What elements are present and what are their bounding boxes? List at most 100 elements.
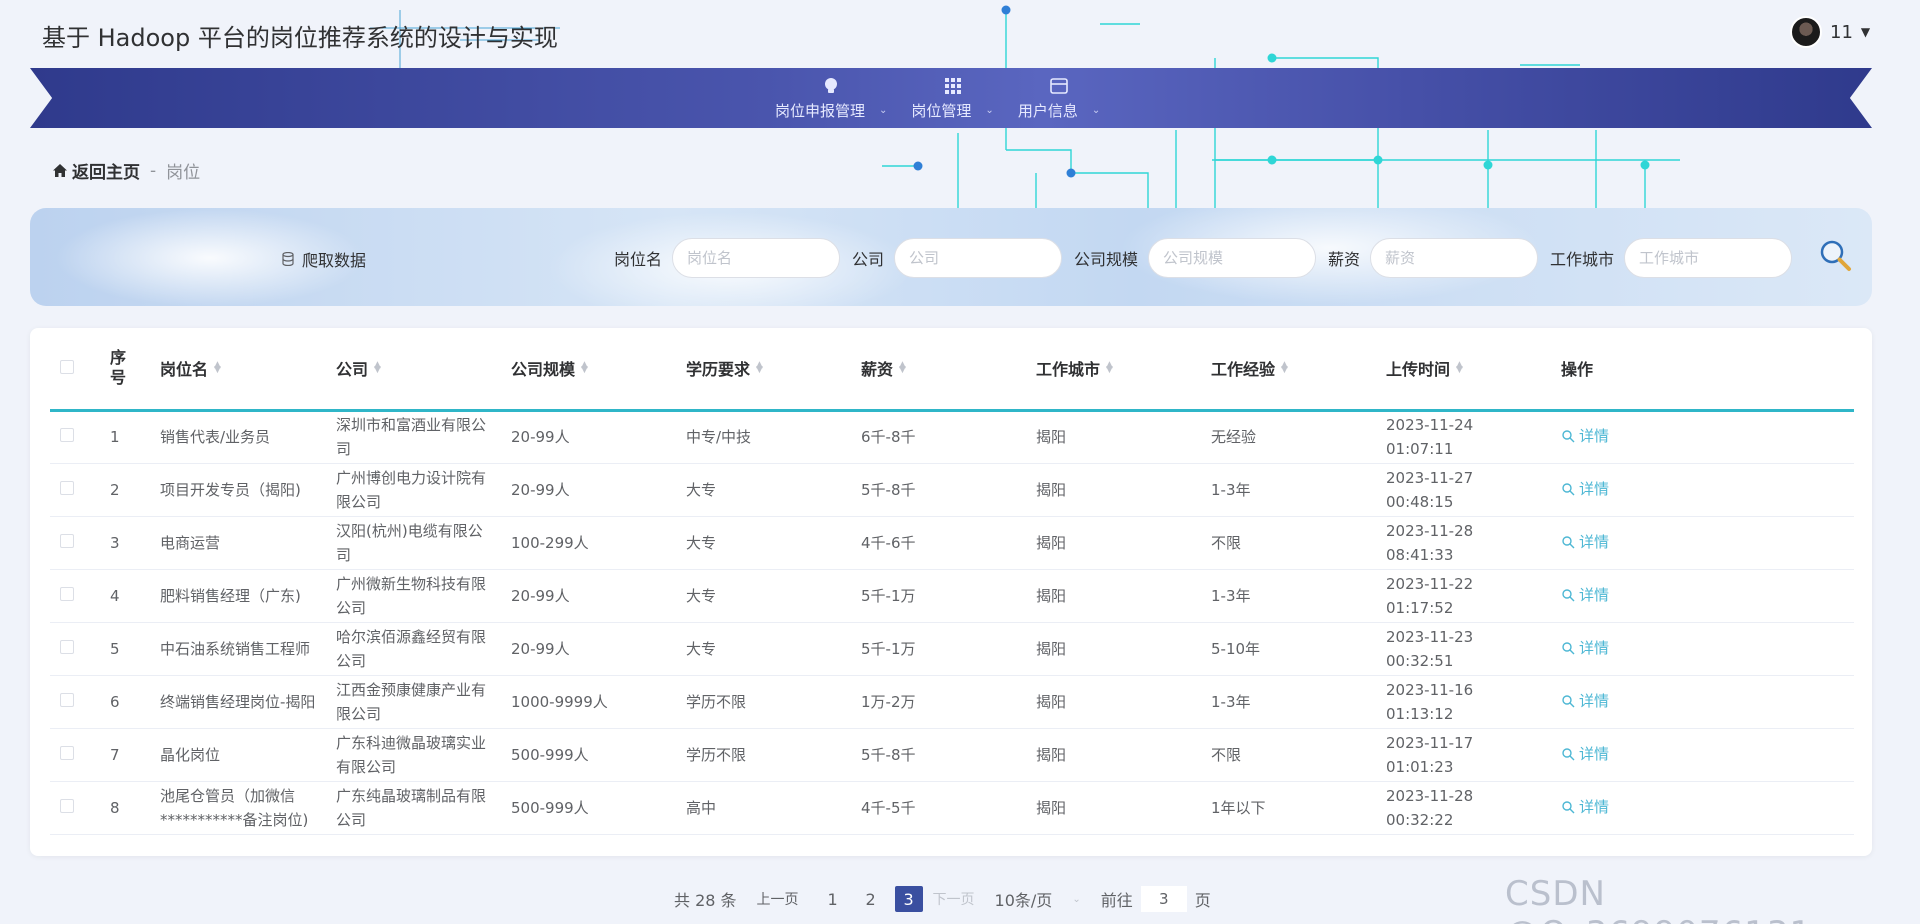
row-select[interactable] [50,410,100,464]
chevron-down-icon: ⌄ [1091,105,1101,116]
select-all-checkbox[interactable] [60,359,74,374]
row-select[interactable] [50,622,100,676]
salary-cell: 1万-2万 [851,675,1026,729]
salary-input[interactable] [1370,238,1539,278]
prev-page-button[interactable]: 上一页 [757,889,799,909]
header-company-size[interactable]: 公司规模 ▲ ▼ [501,328,676,412]
detail-button[interactable]: 详情 [1561,424,1609,448]
detail-label[interactable]: 详情 [1579,477,1609,501]
detail-button[interactable]: 详情 [1561,742,1609,766]
header-company[interactable]: 公司 ▲ ▼ [326,328,501,412]
row-index: 5 [100,622,150,676]
table-row: 7 晶化岗位 广东科迪微晶玻璃实业有限公司 500-999人 学历不限 5千-8千 揭阳 不限… [50,728,1854,782]
company-cell: 深圳市和富酒业有限公司 [326,410,501,464]
detail-label[interactable]: 详情 [1579,583,1609,607]
row-select[interactable] [50,728,100,782]
breadcrumb-home[interactable]: 返回主页 [52,158,140,183]
company-size-input[interactable] [1148,238,1317,278]
detail-button[interactable]: 详情 [1561,477,1609,501]
user-name[interactable]: 11 [1830,22,1853,43]
row-index: 3 [100,516,150,570]
header-work-city[interactable]: 工作城市 ▲ ▼ [1026,328,1201,412]
chevron-down-icon[interactable]: ⌄ [1072,894,1080,905]
page-3[interactable]: 3 [894,886,923,912]
row-checkbox[interactable] [60,692,74,707]
detail-label[interactable]: 详情 [1579,636,1609,660]
table-row: 8 池尾仓管员（加微信***********备注岗位) 广东纯晶玻璃制品有限公司 50… [50,781,1854,835]
work-city-cell: 揭阳 [1026,463,1201,517]
row-select[interactable] [50,516,100,570]
row-select[interactable] [50,463,100,517]
salary-filter: 薪资 [1328,238,1539,278]
row-checkbox[interactable] [60,533,74,548]
row-select[interactable] [50,675,100,729]
experience-cell: 5-10年 [1201,622,1376,676]
detail-label[interactable]: 详情 [1579,424,1609,448]
avatar[interactable] [1790,16,1822,48]
company-input[interactable] [894,238,1063,278]
sort-icon[interactable]: ▲ ▼ [1106,361,1113,375]
crawl-data-label[interactable]: 爬取数据 [302,247,366,271]
detail-label[interactable]: 详情 [1579,742,1609,766]
next-page-button[interactable]: 下一页 [933,889,975,909]
row-action: 详情 [1551,463,1854,517]
row-checkbox[interactable] [60,480,74,495]
page-1[interactable]: 1 [819,886,847,912]
goto-page-input[interactable] [1140,886,1187,912]
experience-cell: 1-3年 [1201,569,1376,623]
user-menu[interactable]: 11 ▼ [1790,16,1870,48]
nav-item-job-management[interactable]: 岗位管理 ⌄ [911,76,994,121]
detail-button[interactable]: 详情 [1561,583,1609,607]
sort-icon[interactable]: ▲ ▼ [214,361,221,375]
salary-label: 薪资 [1328,250,1361,269]
row-checkbox[interactable] [60,586,74,601]
nav-item-user-info[interactable]: 用户信息 ⌄ [1018,76,1100,121]
work-city-input[interactable] [1624,238,1793,278]
sort-icon[interactable]: ▲ ▼ [756,361,763,375]
search-icon[interactable] [1818,238,1854,274]
row-select[interactable] [50,569,100,623]
header-salary[interactable]: 薪资 ▲ ▼ [851,328,1026,412]
row-index: 7 [100,728,150,782]
detail-label[interactable]: 详情 [1579,689,1609,713]
upload-time-cell: 2023-11-28 00:32:22 [1376,781,1551,835]
header-experience[interactable]: 工作经验 ▲ ▼ [1201,328,1376,412]
row-select[interactable] [50,781,100,835]
page-size-select[interactable]: 10条/页 ⌄ [995,887,1081,911]
experience-cell: 1年以下 [1201,781,1376,835]
detail-label[interactable]: 详情 [1579,530,1609,554]
sort-icon[interactable]: ▲ ▼ [1281,361,1288,375]
row-checkbox[interactable] [60,639,74,654]
work-city-cell: 揭阳 [1026,622,1201,676]
row-checkbox[interactable] [60,428,74,442]
salary-cell: 5千-8千 [851,463,1026,517]
breadcrumb-home-label[interactable]: 返回主页 [72,158,140,183]
sort-icon[interactable]: ▲ ▼ [1456,361,1463,375]
detail-button[interactable]: 详情 [1561,689,1609,713]
job-name-input[interactable] [672,238,841,278]
crawl-data-button[interactable]: 爬取数据 [282,247,366,271]
caret-down-icon[interactable]: ▼ [1861,25,1870,39]
page-2[interactable]: 2 [857,886,885,912]
row-action: 详情 [1551,781,1854,835]
header-action: 操作 [1551,328,1854,412]
company-filter: 公司 [852,238,1063,278]
sort-icon[interactable]: ▲ ▼ [374,361,381,375]
header-education[interactable]: 学历要求 ▲ ▼ [676,328,851,412]
page-size-value[interactable]: 10条/页 [995,887,1053,911]
sort-icon[interactable]: ▲ ▼ [581,361,588,375]
sort-icon[interactable]: ▲ ▼ [899,361,906,375]
detail-label[interactable]: 详情 [1579,795,1609,819]
header-select-all[interactable] [50,328,100,412]
card-icon [1050,78,1068,94]
nav-item-job-application[interactable]: 岗位申报管理 ⌄ [775,76,887,121]
header-upload-time[interactable]: 上传时间 ▲ ▼ [1376,328,1551,412]
row-checkbox[interactable] [60,745,74,760]
magnifier-icon [1562,800,1575,813]
header-job-name[interactable]: 岗位名 ▲ ▼ [150,328,326,412]
row-checkbox[interactable] [60,798,74,813]
detail-button[interactable]: 详情 [1561,795,1609,819]
detail-button[interactable]: 详情 [1561,530,1609,554]
pagination: 共 28 条 上一页 1 2 3 下一页 10条/页 ⌄ 前往 页 [674,886,1231,912]
detail-button[interactable]: 详情 [1561,636,1609,660]
